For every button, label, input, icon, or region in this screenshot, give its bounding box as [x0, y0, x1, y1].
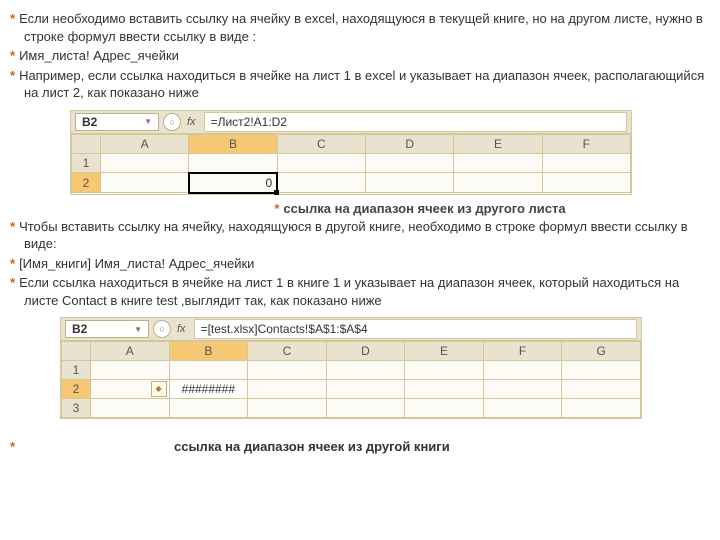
para-5: *[Имя_книги] Имя_листа! Адрес_ячейки [10, 255, 710, 273]
formula-bar: =Лист2!A1:D2 [204, 112, 627, 132]
excel-grid-2: A B C D E F G 1 2 ◆ ######## 3 [61, 341, 641, 418]
fx-label-2: fx [177, 323, 186, 335]
excel-screenshot-2: B2▼ ○ fx =[test.xlsx]Contacts!$A$1:$A$4 … [60, 317, 642, 419]
fx-circle-icon: ○ [163, 113, 181, 131]
caption-2-row: * ссылка на диапазон ячеек из другой кни… [10, 439, 710, 454]
fx-label: fx [187, 116, 196, 128]
para-3: *Например, если ссылка находиться в ячей… [10, 67, 710, 102]
caption-1: *ссылка на диапазон ячеек из другого лис… [130, 201, 710, 216]
para-1: *Если необходимо вставить ссылку на ячей… [10, 10, 710, 45]
caption-2: ссылка на диапазон ячеек из другой книги [174, 439, 450, 454]
name-box-2: B2▼ [65, 320, 149, 338]
excel-screenshot-1: B2▼ ○ fx =Лист2!A1:D2 A B C D E F 1 2 0 [70, 110, 632, 195]
active-cell: 0 [189, 173, 277, 193]
name-box: B2▼ [75, 113, 159, 131]
excel-grid-1: A B C D E F 1 2 0 [71, 134, 631, 194]
para-4: *Чтобы вставить ссылку на ячейку, находя… [10, 218, 710, 253]
para-6: *Если ссылка находиться в ячейке на лист… [10, 274, 710, 309]
formula-bar-2: =[test.xlsx]Contacts!$A$1:$A$4 [194, 319, 637, 339]
paste-options-icon: ◆ [151, 381, 167, 397]
bullet-star-icon: * [10, 439, 24, 454]
marching-cell: ######## [169, 380, 248, 399]
para-2: *Имя_листа! Адрес_ячейки [10, 47, 710, 65]
fx-circle-icon-2: ○ [153, 320, 171, 338]
